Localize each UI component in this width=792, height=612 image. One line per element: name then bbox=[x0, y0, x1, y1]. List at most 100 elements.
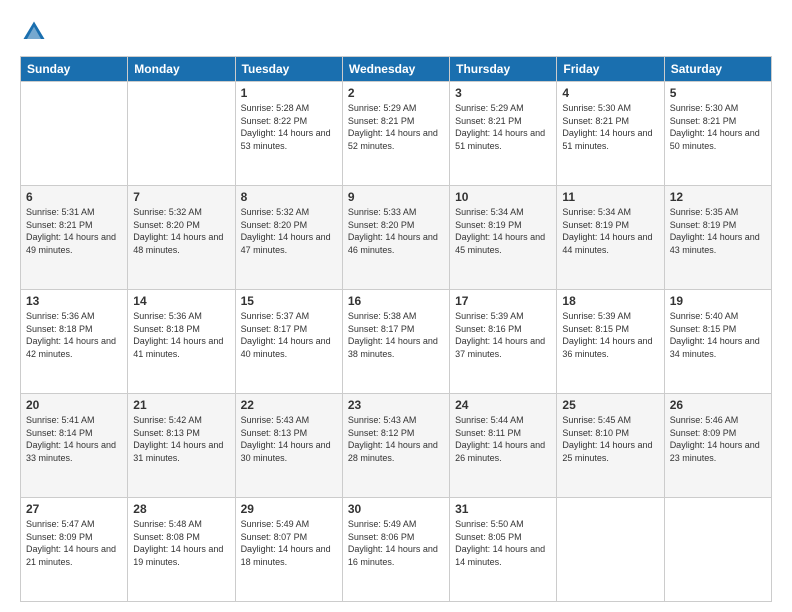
week-row-5: 27 Sunrise: 5:47 AMSunset: 8:09 PMDayligh… bbox=[21, 498, 772, 602]
week-row-1: 1 Sunrise: 5:28 AMSunset: 8:22 PMDaylight… bbox=[21, 82, 772, 186]
day-number: 5 bbox=[670, 86, 766, 100]
day-cell: 21Sunrise: 5:42 AMSunset: 8:13 PMDayligh… bbox=[128, 394, 235, 498]
day-number: 27 bbox=[26, 502, 122, 516]
cell-content: Sunrise: 5:50 AMSunset: 8:05 PMDaylight:… bbox=[455, 518, 551, 568]
day-cell bbox=[557, 498, 664, 602]
logo bbox=[20, 18, 52, 46]
day-cell: 22 Sunrise: 5:43 AMSunset: 8:13 PMDayligh… bbox=[235, 394, 342, 498]
day-cell: 19 Sunrise: 5:40 AMSunset: 8:15 PMDayligh… bbox=[664, 290, 771, 394]
cell-content: Sunrise: 5:45 AMSunset: 8:10 PMDaylight:… bbox=[562, 414, 658, 464]
day-number: 14 bbox=[133, 294, 229, 308]
cell-content: Sunrise: 5:28 AMSunset: 8:22 PMDaylight:… bbox=[241, 102, 337, 152]
day-number: 8 bbox=[241, 190, 337, 204]
day-cell: 30 Sunrise: 5:49 AMSunset: 8:06 PMDayligh… bbox=[342, 498, 449, 602]
day-cell bbox=[21, 82, 128, 186]
day-number: 7 bbox=[133, 190, 229, 204]
day-number: 21 bbox=[133, 398, 229, 412]
day-cell: 7 Sunrise: 5:32 AMSunset: 8:20 PMDaylight… bbox=[128, 186, 235, 290]
cell-content: Sunrise: 5:34 AMSunset: 8:19 PMDaylight:… bbox=[455, 206, 551, 256]
weekday-header-row: SundayMondayTuesdayWednesdayThursdayFrid… bbox=[21, 57, 772, 82]
day-cell bbox=[128, 82, 235, 186]
day-cell: 11 Sunrise: 5:34 AMSunset: 8:19 PMDayligh… bbox=[557, 186, 664, 290]
day-number: 30 bbox=[348, 502, 444, 516]
weekday-header-wednesday: Wednesday bbox=[342, 57, 449, 82]
day-cell bbox=[664, 498, 771, 602]
day-cell: 23 Sunrise: 5:43 AMSunset: 8:12 PMDayligh… bbox=[342, 394, 449, 498]
day-cell: 2Sunrise: 5:29 AMSunset: 8:21 PMDaylight… bbox=[342, 82, 449, 186]
cell-content: Sunrise: 5:43 AMSunset: 8:12 PMDaylight:… bbox=[348, 414, 444, 464]
cell-content: Sunrise: 5:41 AMSunset: 8:14 PMDaylight:… bbox=[26, 414, 122, 464]
day-number: 4 bbox=[562, 86, 658, 100]
cell-content: Sunrise: 5:46 AMSunset: 8:09 PMDaylight:… bbox=[670, 414, 766, 464]
cell-content: Sunrise: 5:33 AMSunset: 8:20 PMDaylight:… bbox=[348, 206, 444, 256]
day-number: 22 bbox=[241, 398, 337, 412]
week-row-2: 6 Sunrise: 5:31 AMSunset: 8:21 PMDaylight… bbox=[21, 186, 772, 290]
day-number: 2 bbox=[348, 86, 444, 100]
day-number: 17 bbox=[455, 294, 551, 308]
day-cell: 27 Sunrise: 5:47 AMSunset: 8:09 PMDayligh… bbox=[21, 498, 128, 602]
day-cell: 24 Sunrise: 5:44 AMSunset: 8:11 PMDayligh… bbox=[450, 394, 557, 498]
weekday-header-sunday: Sunday bbox=[21, 57, 128, 82]
day-number: 15 bbox=[241, 294, 337, 308]
day-number: 25 bbox=[562, 398, 658, 412]
day-number: 16 bbox=[348, 294, 444, 308]
weekday-header-thursday: Thursday bbox=[450, 57, 557, 82]
cell-content: Sunrise: 5:43 AMSunset: 8:13 PMDaylight:… bbox=[241, 414, 337, 464]
day-cell: 6 Sunrise: 5:31 AMSunset: 8:21 PMDaylight… bbox=[21, 186, 128, 290]
day-number: 29 bbox=[241, 502, 337, 516]
day-number: 1 bbox=[241, 86, 337, 100]
cell-content: Sunrise: 5:31 AMSunset: 8:21 PMDaylight:… bbox=[26, 206, 122, 256]
day-number: 3 bbox=[455, 86, 551, 100]
cell-content: Sunrise: 5:40 AMSunset: 8:15 PMDaylight:… bbox=[670, 310, 766, 360]
day-cell: 10 Sunrise: 5:34 AMSunset: 8:19 PMDayligh… bbox=[450, 186, 557, 290]
day-number: 6 bbox=[26, 190, 122, 204]
weekday-header-monday: Monday bbox=[128, 57, 235, 82]
cell-content: Sunrise: 5:32 AMSunset: 8:20 PMDaylight:… bbox=[133, 206, 229, 256]
day-cell: 14 Sunrise: 5:36 AMSunset: 8:18 PMDayligh… bbox=[128, 290, 235, 394]
day-number: 10 bbox=[455, 190, 551, 204]
day-number: 23 bbox=[348, 398, 444, 412]
cell-content: Sunrise: 5:49 AMSunset: 8:07 PMDaylight:… bbox=[241, 518, 337, 568]
day-cell: 12 Sunrise: 5:35 AMSunset: 8:19 PMDayligh… bbox=[664, 186, 771, 290]
day-number: 19 bbox=[670, 294, 766, 308]
week-row-3: 13Sunrise: 5:36 AMSunset: 8:18 PMDayligh… bbox=[21, 290, 772, 394]
cell-content: Sunrise: 5:32 AMSunset: 8:20 PMDaylight:… bbox=[241, 206, 337, 256]
cell-content: Sunrise: 5:49 AMSunset: 8:06 PMDaylight:… bbox=[348, 518, 444, 568]
cell-content: Sunrise: 5:44 AMSunset: 8:11 PMDaylight:… bbox=[455, 414, 551, 464]
day-cell: 31 Sunrise: 5:50 AMSunset: 8:05 PMDayligh… bbox=[450, 498, 557, 602]
day-cell: 20Sunrise: 5:41 AMSunset: 8:14 PMDayligh… bbox=[21, 394, 128, 498]
header bbox=[20, 18, 772, 46]
cell-content: Sunrise: 5:30 AMSunset: 8:21 PMDaylight:… bbox=[562, 102, 658, 152]
day-number: 18 bbox=[562, 294, 658, 308]
day-cell: 9 Sunrise: 5:33 AMSunset: 8:20 PMDaylight… bbox=[342, 186, 449, 290]
day-cell: 4 Sunrise: 5:30 AMSunset: 8:21 PMDaylight… bbox=[557, 82, 664, 186]
weekday-header-tuesday: Tuesday bbox=[235, 57, 342, 82]
cell-content: Sunrise: 5:48 AMSunset: 8:08 PMDaylight:… bbox=[133, 518, 229, 568]
cell-content: Sunrise: 5:39 AMSunset: 8:15 PMDaylight:… bbox=[562, 310, 658, 360]
day-cell: 1 Sunrise: 5:28 AMSunset: 8:22 PMDaylight… bbox=[235, 82, 342, 186]
day-number: 24 bbox=[455, 398, 551, 412]
day-cell: 15Sunrise: 5:37 AMSunset: 8:17 PMDayligh… bbox=[235, 290, 342, 394]
day-cell: 16Sunrise: 5:38 AMSunset: 8:17 PMDayligh… bbox=[342, 290, 449, 394]
calendar-table: SundayMondayTuesdayWednesdayThursdayFrid… bbox=[20, 56, 772, 602]
cell-content: Sunrise: 5:29 AMSunset: 8:21 PMDaylight:… bbox=[455, 102, 551, 152]
day-number: 11 bbox=[562, 190, 658, 204]
cell-content: Sunrise: 5:36 AMSunset: 8:18 PMDaylight:… bbox=[133, 310, 229, 360]
calendar-page: SundayMondayTuesdayWednesdayThursdayFrid… bbox=[0, 0, 792, 612]
day-number: 31 bbox=[455, 502, 551, 516]
day-cell: 18 Sunrise: 5:39 AMSunset: 8:15 PMDayligh… bbox=[557, 290, 664, 394]
day-number: 12 bbox=[670, 190, 766, 204]
day-cell: 26Sunrise: 5:46 AMSunset: 8:09 PMDayligh… bbox=[664, 394, 771, 498]
day-cell: 25 Sunrise: 5:45 AMSunset: 8:10 PMDayligh… bbox=[557, 394, 664, 498]
day-cell: 5Sunrise: 5:30 AMSunset: 8:21 PMDaylight… bbox=[664, 82, 771, 186]
day-cell: 17Sunrise: 5:39 AMSunset: 8:16 PMDayligh… bbox=[450, 290, 557, 394]
day-number: 9 bbox=[348, 190, 444, 204]
day-cell: 29 Sunrise: 5:49 AMSunset: 8:07 PMDayligh… bbox=[235, 498, 342, 602]
cell-content: Sunrise: 5:47 AMSunset: 8:09 PMDaylight:… bbox=[26, 518, 122, 568]
weekday-header-friday: Friday bbox=[557, 57, 664, 82]
day-cell: 8 Sunrise: 5:32 AMSunset: 8:20 PMDaylight… bbox=[235, 186, 342, 290]
day-number: 28 bbox=[133, 502, 229, 516]
cell-content: Sunrise: 5:36 AMSunset: 8:18 PMDaylight:… bbox=[26, 310, 122, 360]
cell-content: Sunrise: 5:35 AMSunset: 8:19 PMDaylight:… bbox=[670, 206, 766, 256]
cell-content: Sunrise: 5:34 AMSunset: 8:19 PMDaylight:… bbox=[562, 206, 658, 256]
